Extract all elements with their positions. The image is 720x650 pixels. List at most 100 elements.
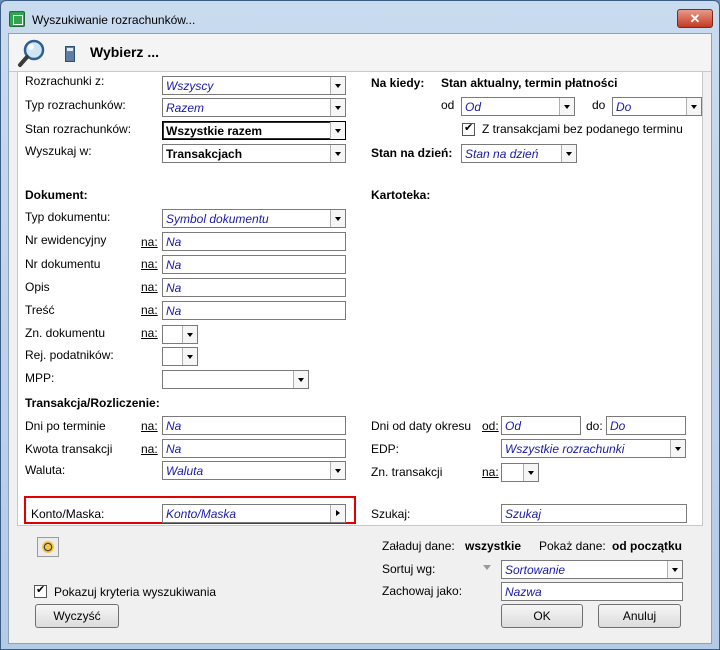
edp-combo[interactable]: Wszystkie rozrachunki	[501, 439, 686, 458]
chevron-down-icon[interactable]	[523, 464, 538, 481]
chevron-down-icon[interactable]	[330, 210, 345, 227]
chevron-down-icon[interactable]	[330, 99, 345, 116]
window-title: Wyszukiwanie rozrachunków...	[32, 13, 196, 27]
stan-na-dzien-value: Stan na dzień	[465, 147, 539, 161]
chevron-right-icon[interactable]	[330, 505, 345, 522]
kwota-transakcji-input[interactable]: Na	[162, 439, 346, 458]
anuluj-button[interactable]: Anuluj	[598, 604, 681, 628]
wyszukaj-w-value: Transakcjach	[166, 147, 243, 161]
dni-od-daty-label: Dni od daty okresu	[371, 419, 472, 433]
zachowaj-input[interactable]: Nazwa	[501, 582, 683, 601]
chevron-down-icon[interactable]	[686, 98, 701, 115]
chevron-down-icon[interactable]	[182, 348, 197, 365]
typ-dokumentu-label: Typ dokumentu:	[25, 210, 111, 224]
typ-dokumentu-combo[interactable]: Symbol dokumentu	[162, 209, 346, 228]
wyszukaj-w-label: Wyszukaj w:	[25, 144, 92, 158]
opis-na-link[interactable]: na:	[141, 280, 158, 294]
opis-input[interactable]: Na	[162, 278, 346, 297]
chevron-down-icon[interactable]	[293, 371, 308, 388]
mpp-label: MPP:	[25, 371, 55, 385]
zn-dokumentu-label: Zn. dokumentu	[25, 326, 106, 340]
do-value: Do	[616, 100, 632, 114]
kwota-transakcji-na-link[interactable]: na:	[141, 442, 158, 456]
mpp-combo[interactable]	[162, 370, 309, 389]
kwota-transakcji-value: Na	[166, 442, 182, 456]
chevron-down-icon[interactable]	[182, 326, 197, 343]
pokaz-value[interactable]: od początku	[612, 539, 682, 553]
do-combo[interactable]: Do	[612, 97, 702, 116]
konto-maska-picker[interactable]: Konto/Maska	[162, 504, 346, 523]
chevron-down-icon[interactable]	[330, 145, 345, 162]
settings-tool-icon[interactable]	[37, 537, 59, 557]
kwota-transakcji-label: Kwota transakcji	[25, 442, 113, 456]
zaladuj-value[interactable]: wszystkie	[465, 539, 521, 553]
rozrachunki-z-combo[interactable]: Wszyscy	[162, 76, 346, 95]
dni-od-daty-od-link[interactable]: od:	[482, 419, 499, 433]
zaladuj-label: Załaduj dane:	[382, 539, 455, 553]
sortuj-value: Sortowanie	[505, 563, 566, 577]
chevron-down-icon[interactable]	[667, 561, 682, 578]
nr-dokumentu-input[interactable]: Na	[162, 255, 346, 274]
na-kiedy-value: Stan aktualny, termin płatności	[441, 76, 618, 90]
stan-na-dzien-combo[interactable]: Stan na dzień	[461, 144, 577, 163]
rej-podatnikow-combo[interactable]	[162, 347, 198, 366]
nr-dokumentu-na-link[interactable]: na:	[141, 257, 158, 271]
stan-rozrachunkow-combo[interactable]: Wszystkie razem	[162, 121, 346, 140]
zn-dokumentu-na-link[interactable]: na:	[141, 326, 158, 340]
szukaj-value: Szukaj	[505, 507, 542, 521]
dni-po-terminie-na-link[interactable]: na:	[141, 419, 158, 433]
wyczysc-button[interactable]: Wyczyść	[35, 604, 119, 628]
tresc-input[interactable]: Na	[162, 301, 346, 320]
dni-po-terminie-label: Dni po terminie	[25, 419, 106, 433]
sortuj-combo[interactable]: Sortowanie	[501, 560, 683, 579]
close-button[interactable]: ✕	[677, 9, 713, 28]
dni-po-terminie-input[interactable]: Na	[162, 416, 346, 435]
wyszukaj-w-combo[interactable]: Transakcjach	[162, 144, 346, 163]
dni-od-daty-do-input[interactable]: Do	[606, 416, 686, 435]
waluta-combo[interactable]: Waluta	[162, 461, 346, 480]
z-transakcjami-checkbox[interactable]	[462, 121, 475, 136]
od-value: Od	[465, 100, 482, 114]
dni-od-daty-od-input[interactable]: Od	[501, 416, 581, 435]
tresc-label: Treść	[25, 303, 55, 317]
stan-rozrachunkow-label: Stan rozrachunków:	[25, 122, 132, 136]
kartoteka-heading: Kartoteka:	[371, 188, 431, 202]
od-combo[interactable]: Od	[461, 97, 575, 116]
nr-dokumentu-value: Na	[166, 258, 182, 272]
dialog-window: Wyszukiwanie rozrachunków... ✕ Wybierz .…	[0, 0, 720, 650]
title-bar: Wyszukiwanie rozrachunków... ✕	[1, 1, 719, 33]
chevron-down-icon[interactable]	[559, 98, 574, 115]
nr-ewidencyjny-input[interactable]: Na	[162, 232, 346, 251]
stan-rozrachunkow-value: Wszystkie razem	[166, 124, 263, 138]
opis-value: Na	[166, 281, 182, 295]
chevron-down-icon[interactable]	[330, 77, 345, 94]
transakcja-heading: Transakcja/Rozliczenie:	[25, 396, 160, 410]
waluta-label: Waluta:	[25, 463, 66, 477]
rej-podatnikow-label: Rej. podatników:	[25, 348, 114, 362]
nr-ewidencyjny-na-link[interactable]: na:	[141, 235, 158, 249]
dni-od-daty-od-value: Od	[505, 419, 522, 433]
tresc-na-link[interactable]: na:	[141, 303, 158, 317]
na-kiedy-label: Na kiedy:	[371, 76, 425, 90]
chevron-down-icon[interactable]	[561, 145, 576, 162]
zn-dokumentu-combo[interactable]	[162, 325, 198, 344]
header-row: Wybierz ...	[9, 34, 711, 72]
opis-label: Opis	[25, 280, 50, 294]
szukaj-input[interactable]: Szukaj	[501, 504, 687, 523]
chevron-down-icon[interactable]	[330, 462, 345, 479]
chevron-down-icon[interactable]	[670, 440, 685, 457]
sortuj-label: Sortuj wg:	[382, 562, 436, 576]
zn-transakcji-combo[interactable]	[501, 463, 539, 482]
sort-direction-icon[interactable]	[483, 565, 491, 570]
chevron-down-icon[interactable]	[330, 122, 345, 139]
stan-na-dzien-label: Stan na dzień:	[371, 146, 453, 160]
pokaz-label: Pokaż dane:	[539, 539, 606, 553]
typ-rozrachunkow-combo[interactable]: Razem	[162, 98, 346, 117]
rozrachunki-z-value: Wszyscy	[166, 79, 214, 93]
magnifier-icon	[18, 39, 45, 67]
tresc-value: Na	[166, 304, 182, 318]
zn-transakcji-na-link[interactable]: na:	[482, 465, 499, 479]
ok-button[interactable]: OK	[501, 604, 583, 628]
pokazuj-kryteria-checkbox[interactable]	[34, 583, 47, 598]
calculator-icon[interactable]	[65, 46, 75, 62]
